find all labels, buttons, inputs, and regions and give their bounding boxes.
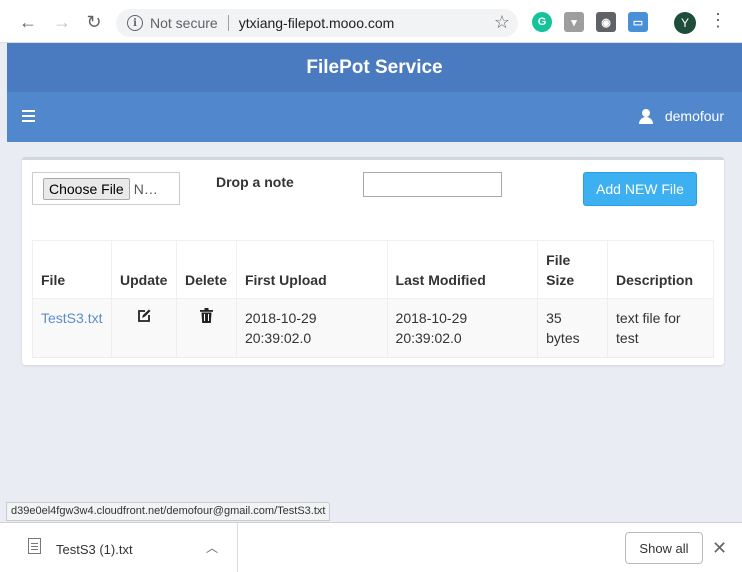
- browser-menu-icon[interactable]: ⋮: [708, 10, 728, 34]
- profile-avatar[interactable]: Y: [674, 12, 696, 34]
- info-icon[interactable]: i: [127, 15, 143, 31]
- header-file: File: [32, 240, 112, 299]
- grammarly-extension-icon[interactable]: G: [532, 12, 552, 32]
- username: demofour: [664, 108, 724, 124]
- chevron-up-icon[interactable]: ︿: [206, 539, 218, 556]
- shield-extension-icon[interactable]: ▾: [564, 12, 584, 32]
- show-all-button[interactable]: Show all: [625, 532, 703, 564]
- reload-icon[interactable]: ↻: [82, 10, 106, 34]
- choose-file-button[interactable]: Choose File: [43, 177, 130, 200]
- file-picker[interactable]: Choose File N…: [32, 172, 180, 205]
- user-menu[interactable]: demofour: [638, 108, 724, 124]
- file-link[interactable]: TestS3.txt: [41, 310, 102, 326]
- add-new-file-button[interactable]: Add NEW File: [583, 172, 697, 206]
- description-cell: text file for test: [607, 298, 714, 358]
- hamburger-menu-icon[interactable]: [22, 110, 35, 122]
- browser-toolbar: ← → ↻ i Not secure ytxiang-filepot.mooo.…: [0, 0, 742, 43]
- drop-note-label: Drop a note: [216, 174, 294, 190]
- table-header-row: File Update Delete First Upload Last Mod…: [32, 240, 714, 299]
- omnibox-divider: [227, 15, 229, 31]
- bookmark-star-icon[interactable]: ☆: [494, 12, 510, 33]
- note-input[interactable]: [363, 172, 502, 197]
- trash-icon[interactable]: [199, 308, 213, 323]
- security-label: Not secure: [150, 15, 218, 31]
- header-update: Update: [110, 240, 177, 299]
- app-navbar: demofour: [7, 92, 742, 142]
- file-status-text: N…: [133, 180, 158, 197]
- header-last-modified: Last Modified: [386, 240, 539, 299]
- back-arrow-icon[interactable]: ←: [16, 10, 40, 34]
- lightbulb-extension-icon[interactable]: ◉: [596, 12, 616, 32]
- last-modified-cell: 2018-10-29 20:39:02.0: [386, 298, 539, 358]
- first-upload-cell: 2018-10-29 20:39:02.0: [235, 298, 388, 358]
- header-delete: Delete: [175, 240, 237, 299]
- files-table: File Update Delete First Upload Last Mod…: [32, 240, 714, 358]
- user-icon: [638, 108, 653, 124]
- file-panel: Choose File N… Drop a note Add NEW File …: [22, 157, 724, 365]
- forward-arrow-icon[interactable]: →: [50, 10, 74, 34]
- file-size-cell: 35 bytes: [537, 298, 609, 358]
- header-first-upload: First Upload: [235, 240, 388, 299]
- download-filename[interactable]: TestS3 (1).txt: [56, 542, 133, 557]
- window-extension-icon[interactable]: ▭: [628, 12, 648, 32]
- address-bar[interactable]: i Not secure ytxiang-filepot.mooo.com ☆: [116, 9, 518, 37]
- edit-icon[interactable]: [137, 309, 151, 323]
- header-file-size: File Size: [537, 240, 609, 299]
- app-title: FilePot Service: [306, 56, 443, 78]
- table-row: TestS3.txt 2018-10-29 20:39:02.0 2018-10…: [32, 298, 714, 358]
- url-text[interactable]: ytxiang-filepot.mooo.com: [239, 15, 395, 31]
- close-icon[interactable]: ✕: [712, 538, 727, 559]
- link-status-bar: d39e0el4fgw3w4.cloudfront.net/demofour@g…: [6, 502, 331, 521]
- header-description: Description: [607, 240, 714, 299]
- app-header: FilePot Service: [7, 43, 742, 92]
- download-shelf: TestS3 (1).txt ︿ Show all ✕: [0, 522, 742, 572]
- download-item[interactable]: TestS3 (1).txt ︿: [0, 523, 238, 572]
- file-icon: [28, 538, 41, 554]
